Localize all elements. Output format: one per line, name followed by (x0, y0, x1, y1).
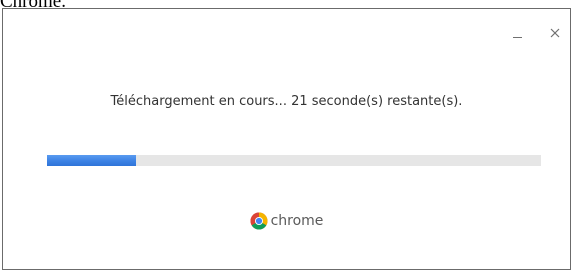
download-progress-bar (47, 155, 541, 166)
brand-name: chrome (270, 213, 324, 229)
minimize-icon (512, 37, 522, 38)
download-progress-fill (47, 155, 136, 166)
brand-logo: chrome (3, 211, 570, 231)
minimize-button[interactable] (507, 23, 527, 43)
installer-window: Téléchargement en cours... 21 seconde(s)… (2, 8, 571, 270)
close-icon (550, 28, 560, 38)
page: Chrome. Téléchargement en cours... 21 se… (0, 0, 574, 272)
close-button[interactable] (545, 23, 565, 43)
chrome-logo-icon (250, 212, 268, 230)
download-status-text: Téléchargement en cours... 21 seconde(s)… (110, 94, 463, 109)
